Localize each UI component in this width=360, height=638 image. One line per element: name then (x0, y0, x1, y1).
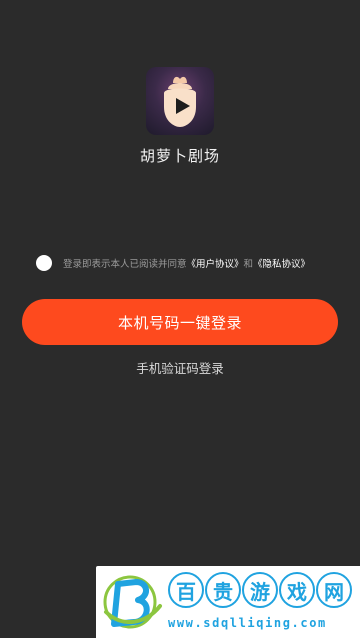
watermark-domain: www.sdqlliqing.com (168, 616, 327, 630)
user-agreement-link[interactable]: 《用户协议》 (187, 256, 244, 270)
watermark-banner: 百 贵 游 戏 网 www.sdqlliqing.com (96, 566, 360, 638)
sms-login-link[interactable]: 手机验证码登录 (0, 358, 360, 377)
app-name: 胡萝卜剧场 (139, 147, 220, 165)
one-click-login-button[interactable]: 本机号码一键登录 (22, 299, 338, 345)
watermark-title: 百 贵 游 戏 网 (168, 572, 353, 608)
b-letter-logo-icon (102, 572, 164, 636)
watermark-char: 百 (168, 572, 204, 608)
carrot-play-icon (164, 76, 196, 127)
watermark-char: 戏 (279, 572, 315, 608)
agreement-conjunction: 和 (243, 259, 254, 270)
app-logo (146, 67, 214, 135)
agree-radio[interactable] (36, 255, 52, 271)
watermark-char: 贵 (205, 572, 241, 608)
watermark-char: 游 (242, 572, 278, 608)
agreement-prefix: 登录即表示本人已阅读并同意 (63, 259, 187, 270)
watermark-char: 网 (316, 572, 352, 608)
agreement-row: 登录即表示本人已阅读并同意 《用户协议》 和 《隐私协议》 (36, 255, 310, 271)
privacy-agreement-link[interactable]: 《隐私协议》 (253, 256, 310, 270)
